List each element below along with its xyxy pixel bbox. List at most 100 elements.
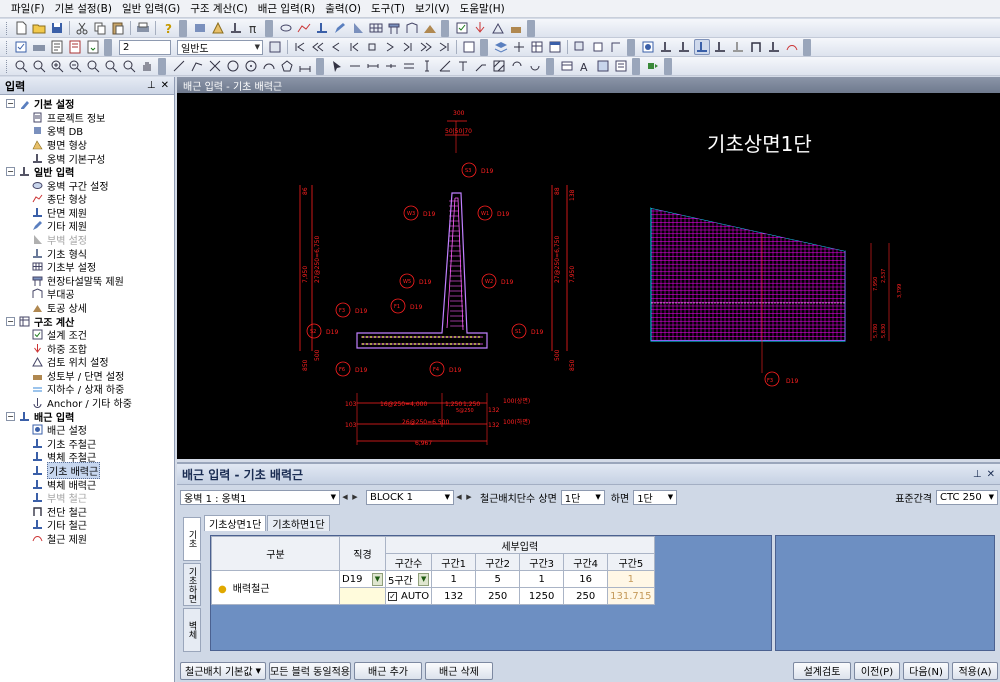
length-cell-4[interactable]: 250: [563, 587, 609, 605]
tree-group[interactable]: − 배근 입력: [0, 409, 174, 424]
tree-group[interactable]: − 기본 설정: [0, 97, 174, 111]
menu-item[interactable]: 배근 입력(R): [253, 1, 320, 16]
polygon-icon[interactable]: [279, 58, 295, 74]
next-fast-icon[interactable]: [418, 39, 434, 55]
tree-item[interactable]: 프로젝트 정보: [0, 111, 174, 125]
length-cell-2[interactable]: 250: [475, 587, 521, 605]
collapse-icon[interactable]: −: [6, 99, 15, 109]
bottom-layers-select[interactable]: 1단 ▼: [633, 489, 678, 505]
wall-next-icon[interactable]: ▶: [350, 490, 360, 505]
arc-icon[interactable]: [261, 58, 277, 74]
dim-angle-icon[interactable]: [437, 58, 453, 74]
chevron-down-icon[interactable]: ▼: [418, 572, 430, 586]
length-cell-3[interactable]: 1250: [519, 587, 565, 605]
tree-item[interactable]: 토공 상세: [0, 301, 174, 315]
other-rebar-icon[interactable]: [766, 39, 782, 55]
dim-aligned-icon[interactable]: [365, 58, 381, 74]
tree-item[interactable]: Anchor / 기타 하중: [0, 396, 174, 410]
menu-item[interactable]: 파일(F): [6, 1, 50, 16]
wall-select[interactable]: 옹벽 1 : 옹벽1 ▼: [180, 489, 340, 505]
buttress-rebar-icon[interactable]: [730, 39, 746, 55]
rebar-view-icon[interactable]: [608, 39, 624, 55]
pi-icon[interactable]: π: [246, 20, 262, 36]
stop-icon[interactable]: [364, 39, 380, 55]
view-mode-combo[interactable]: 일반도 ▼: [177, 39, 263, 55]
earth-icon[interactable]: [422, 20, 438, 36]
paste-icon[interactable]: [110, 20, 126, 36]
tree-item[interactable]: 벽체 배력근: [0, 477, 174, 492]
layer-combo[interactable]: 2: [119, 39, 171, 55]
menu-item[interactable]: 도구(T): [366, 1, 410, 16]
new-file-icon[interactable]: [13, 20, 29, 36]
first-page-icon[interactable]: [292, 39, 308, 55]
tree-item[interactable]: 기초 형식: [0, 246, 174, 261]
pan-hand-icon[interactable]: [139, 58, 155, 74]
tree-group[interactable]: − 구조 계산: [0, 314, 174, 329]
tree-item[interactable]: 종단 형상: [0, 192, 174, 206]
vtab-footing[interactable]: 기초: [183, 517, 201, 561]
prev-icon[interactable]: [328, 39, 344, 55]
auto-cell[interactable]: ✓ AUTO: [384, 587, 433, 605]
polyline-icon[interactable]: [189, 58, 205, 74]
section-icon[interactable]: [314, 20, 330, 36]
circle-center-icon[interactable]: [243, 58, 259, 74]
tree-item[interactable]: 설계 조건: [0, 328, 174, 342]
dim-linear-icon[interactable]: [347, 58, 363, 74]
leader-icon[interactable]: [473, 58, 489, 74]
help-icon[interactable]: ?: [160, 20, 176, 36]
wall-prev-icon[interactable]: ◀: [340, 490, 350, 505]
zoom-window-tool-icon[interactable]: [31, 58, 47, 74]
fill-section-icon[interactable]: [508, 20, 524, 36]
window-icon[interactable]: [547, 39, 563, 55]
properties-icon[interactable]: [613, 58, 629, 74]
footing-dist-rebar-icon[interactable]: [694, 39, 710, 55]
apply-all-blocks-button[interactable]: 모든 블럭 동일적용: [269, 661, 351, 680]
undo-icon[interactable]: [509, 58, 525, 74]
report-red-icon[interactable]: [67, 39, 83, 55]
tree-item[interactable]: 배근 설정: [0, 423, 174, 437]
line-icon[interactable]: [171, 58, 187, 74]
auto-checkbox[interactable]: ✓: [388, 591, 397, 601]
tab-footing-bottom-1[interactable]: 기초하면1단: [267, 515, 330, 531]
tree-item[interactable]: 기초 주철근: [0, 436, 174, 451]
add-rebar-button[interactable]: 배근 추가: [354, 661, 422, 680]
tree-item[interactable]: 평면 형상: [0, 138, 174, 152]
wall-db-icon[interactable]: [192, 20, 208, 36]
dim-vertical-icon[interactable]: [419, 58, 435, 74]
footing-main-rebar-icon[interactable]: [658, 39, 674, 55]
tab-footing-top-1[interactable]: 기초상면1단: [204, 515, 267, 531]
text-icon[interactable]: [455, 58, 471, 74]
next-step-icon[interactable]: [400, 39, 416, 55]
zoom-all-icon[interactable]: [103, 58, 119, 74]
segment-icon[interactable]: [278, 20, 294, 36]
plan-icon[interactable]: [210, 20, 226, 36]
zoom-prev-icon[interactable]: [85, 58, 101, 74]
prev-button[interactable]: 이전(P): [854, 661, 900, 680]
next-button[interactable]: 다음(N): [903, 661, 949, 680]
tree-item[interactable]: 현장타설말뚝 제원: [0, 274, 174, 288]
edit-icon[interactable]: [332, 20, 348, 36]
count-cell-4[interactable]: 16: [563, 570, 609, 588]
top-layers-select[interactable]: 1단 ▼: [560, 489, 605, 505]
last-page-icon[interactable]: [436, 39, 452, 55]
tree-item[interactable]: 옹벽 기본구성: [0, 151, 174, 166]
tree-item[interactable]: 기초부 설정: [0, 260, 174, 274]
layer-toggle-icon[interactable]: [267, 39, 283, 55]
drawing-canvas[interactable]: 300 50|50|70 7,950 27@250=6,750 850 500 …: [177, 93, 1000, 459]
shear-rebar-icon[interactable]: [748, 39, 764, 55]
menu-item[interactable]: 구조 계산(C): [185, 1, 253, 16]
check-position-icon[interactable]: [490, 20, 506, 36]
apply-button[interactable]: 적용(A): [952, 661, 998, 680]
vtab-footing-bottom[interactable]: 기초하면: [183, 562, 201, 607]
tree-group[interactable]: − 일반 입력: [0, 165, 174, 179]
sections-cell[interactable]: 5구간 ▼: [384, 570, 433, 588]
pin-icon[interactable]: ⊥: [973, 469, 982, 480]
copy-icon[interactable]: [92, 20, 108, 36]
rebar-spec-icon[interactable]: [784, 39, 800, 55]
block-prev-icon[interactable]: ◀: [454, 490, 464, 505]
table-icon[interactable]: [529, 39, 545, 55]
select-icon[interactable]: [329, 58, 345, 74]
footing-grid-icon[interactable]: [368, 20, 384, 36]
copy-drawing-icon[interactable]: [572, 39, 588, 55]
cut-icon[interactable]: [74, 20, 90, 36]
